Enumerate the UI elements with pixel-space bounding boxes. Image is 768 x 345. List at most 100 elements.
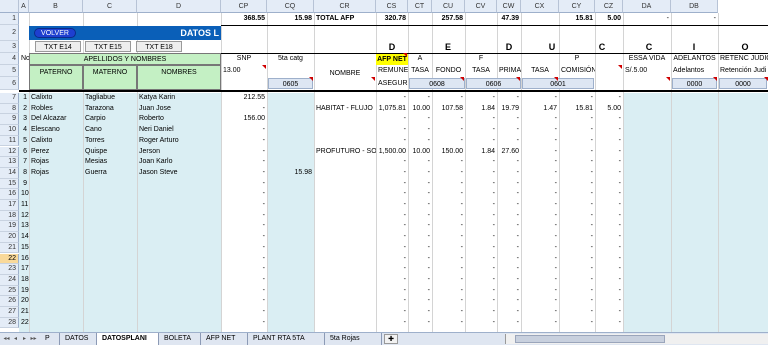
paterno-cell[interactable] — [29, 232, 83, 243]
remuner-cell[interactable]: - — [376, 243, 408, 254]
materno-cell[interactable] — [83, 296, 137, 307]
column-header-cy[interactable]: CY — [559, 0, 595, 13]
row-header-11[interactable]: 11 — [0, 135, 19, 147]
nombres-cell[interactable] — [137, 243, 221, 254]
materno-cell[interactable]: Cano — [83, 125, 137, 136]
tasa-f-cell[interactable]: - — [465, 264, 497, 275]
nombres-cell[interactable]: Joan Karlo — [137, 157, 221, 168]
remuner-cell[interactable]: - — [376, 93, 408, 104]
row-header-17[interactable]: 17 — [0, 200, 19, 211]
remuner-cell[interactable]: - — [376, 211, 408, 222]
tasa-a-cell[interactable]: - — [408, 189, 432, 200]
catg-cell[interactable] — [267, 189, 314, 200]
tasa-p-cell[interactable]: - — [521, 189, 559, 200]
afp-name-cell[interactable] — [314, 157, 376, 168]
prima-cell[interactable]: - — [497, 243, 521, 254]
tasa-p-cell[interactable]: - — [521, 243, 559, 254]
comision-cell[interactable]: 15.81 — [559, 104, 595, 115]
tasa-a-cell[interactable]: - — [408, 232, 432, 243]
catg-cell[interactable] — [267, 275, 314, 286]
prima-cell[interactable]: - — [497, 179, 521, 190]
materno-cell[interactable] — [83, 275, 137, 286]
essa-cell[interactable]: - — [595, 114, 623, 125]
essa-cell[interactable]: - — [595, 275, 623, 286]
catg-cell[interactable] — [267, 232, 314, 243]
snp-cell[interactable]: - — [221, 179, 267, 190]
row-header-4[interactable]: 4 — [0, 53, 19, 65]
row-header-26[interactable]: 26 — [0, 296, 19, 307]
catg-cell[interactable] — [267, 307, 314, 318]
essa-cell[interactable]: - — [595, 243, 623, 254]
tasa-f-cell[interactable]: - — [465, 136, 497, 147]
fondo-cell[interactable]: - — [432, 168, 465, 179]
afp-name-cell[interactable] — [314, 179, 376, 190]
paterno-cell[interactable] — [29, 211, 83, 222]
materno-cell[interactable]: Torres — [83, 136, 137, 147]
tasa-a-cell[interactable]: - — [408, 125, 432, 136]
snp-cell[interactable]: - — [221, 307, 267, 318]
materno-cell[interactable]: Tagliabue — [83, 93, 137, 104]
catg-cell[interactable] — [267, 318, 314, 329]
catg-cell[interactable] — [267, 200, 314, 211]
materno-cell[interactable]: Guerra — [83, 168, 137, 179]
sheet-tab-5ta-rojas[interactable]: 5ta Rojas — [325, 333, 382, 345]
materno-cell[interactable] — [83, 200, 137, 211]
essa-cell[interactable]: - — [595, 168, 623, 179]
paterno-cell[interactable]: Rojas — [29, 157, 83, 168]
tasa-f-cell[interactable]: - — [465, 179, 497, 190]
afp-name-cell[interactable] — [314, 307, 376, 318]
catg-cell[interactable] — [267, 136, 314, 147]
fondo-cell[interactable]: 150.00 — [432, 147, 465, 158]
row-header-25[interactable]: 25 — [0, 285, 19, 297]
essa-cell[interactable]: - — [595, 221, 623, 232]
materno-cell[interactable] — [83, 318, 137, 329]
tasa-f-cell[interactable]: 1.84 — [465, 147, 497, 158]
tab-nav-icon[interactable]: ▸ — [20, 333, 29, 345]
tasa-p-cell[interactable]: - — [521, 200, 559, 211]
fondo-cell[interactable]: - — [432, 93, 465, 104]
prima-cell[interactable]: 19.79 — [497, 104, 521, 115]
materno-cell[interactable]: Carpio — [83, 114, 137, 125]
tasa-p-cell[interactable]: - — [521, 114, 559, 125]
fondo-cell[interactable]: - — [432, 243, 465, 254]
tasa-f-cell[interactable]: - — [465, 93, 497, 104]
code-cy[interactable]: 0601 — [522, 78, 594, 89]
tab-nav-icon[interactable]: ◂ — [11, 333, 20, 345]
fondo-cell[interactable]: - — [432, 114, 465, 125]
fondo-cell[interactable]: - — [432, 275, 465, 286]
snp-cell[interactable]: - — [221, 296, 267, 307]
remuner-cell[interactable]: - — [376, 286, 408, 297]
paterno-cell[interactable] — [29, 318, 83, 329]
materno-cell[interactable] — [83, 286, 137, 297]
nombres-cell[interactable]: Jason Steve — [137, 168, 221, 179]
prima-cell[interactable]: - — [497, 264, 521, 275]
row-header-15[interactable]: 15 — [0, 178, 19, 190]
snp-cell[interactable]: - — [221, 104, 267, 115]
nombres-cell[interactable] — [137, 211, 221, 222]
remuner-cell[interactable]: - — [376, 189, 408, 200]
snp-cell[interactable]: - — [221, 211, 267, 222]
row-header-2[interactable]: 2 — [0, 25, 19, 41]
tasa-p-cell[interactable]: - — [521, 179, 559, 190]
tasa-a-cell[interactable]: - — [408, 179, 432, 190]
sheet-tab-boleta[interactable]: BOLETA — [159, 333, 201, 345]
comment-marker[interactable] — [460, 77, 464, 81]
tasa-p-cell[interactable]: - — [521, 136, 559, 147]
fondo-cell[interactable]: - — [432, 307, 465, 318]
fondo-cell[interactable]: - — [432, 221, 465, 232]
snp-cell[interactable]: - — [221, 136, 267, 147]
nombres-cell[interactable] — [137, 232, 221, 243]
tasa-f-cell[interactable]: - — [465, 168, 497, 179]
comision-cell[interactable]: - — [559, 147, 595, 158]
tasa-p-cell[interactable]: - — [521, 168, 559, 179]
paterno-cell[interactable]: Elescano — [29, 125, 83, 136]
row-header-28[interactable]: 28 — [0, 317, 19, 329]
tasa-p-cell[interactable]: - — [521, 318, 559, 329]
sheet-tab-datos[interactable]: DATOS — [60, 333, 97, 345]
prima-cell[interactable]: - — [497, 136, 521, 147]
scrollbar-thumb[interactable] — [515, 335, 665, 343]
column-header-d[interactable]: D — [137, 0, 221, 13]
nombres-cell[interactable]: Katya Karin — [137, 93, 221, 104]
column-header-cr[interactable]: CR — [314, 0, 376, 13]
remuner-cell[interactable]: - — [376, 200, 408, 211]
